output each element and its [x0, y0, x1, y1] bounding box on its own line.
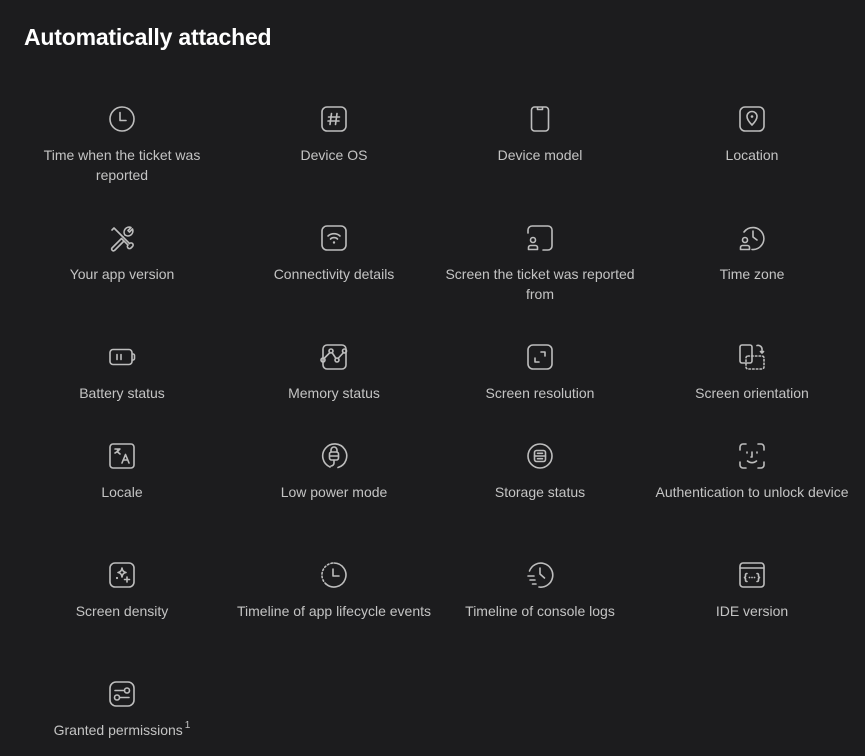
code-window-icon: [738, 561, 766, 589]
item-resolution: Screen resolution: [440, 343, 640, 403]
item-time-zone: Time zone: [652, 224, 852, 284]
item-locale: Locale: [22, 442, 222, 502]
item-screen-reported: Screen the ticket was reported from: [440, 224, 640, 304]
item-label: Screen density: [75, 603, 169, 619]
resize-icon: [526, 343, 554, 371]
footnote-marker[interactable]: 1: [185, 720, 191, 731]
item-label: Storage status: [494, 484, 586, 500]
item-ide-version: IDE version: [652, 561, 852, 621]
sparkles-icon: [108, 561, 136, 589]
item-location: Location: [652, 105, 852, 165]
item-label: Screen orientation: [695, 385, 809, 401]
toggles-icon: [108, 680, 136, 708]
translate-icon: [108, 442, 136, 470]
item-lifecycle-timeline: Timeline of app lifecycle events: [234, 561, 434, 621]
item-granted-permissions: Granted permissions 1: [22, 680, 222, 740]
item-label: Battery status: [79, 385, 165, 401]
storage-icon: [526, 442, 554, 470]
item-label: Connectivity details: [273, 266, 395, 282]
face-id-icon: [738, 442, 766, 470]
item-label: Screen resolution: [485, 385, 595, 401]
clock-icon: [108, 105, 136, 133]
attached-items-grid: Time when the ticket was reported Device…: [0, 0, 865, 756]
rotate-screen-icon: [738, 343, 766, 371]
screen-user-icon: [526, 224, 554, 252]
item-authentication: Authentication to unlock device: [652, 442, 852, 502]
history-lines-icon: [526, 561, 554, 589]
item-device-model: Device model: [440, 105, 640, 165]
item-label: Granted permissions 1: [22, 720, 222, 740]
hash-icon: [320, 105, 348, 133]
item-label: Your app version: [69, 266, 175, 282]
item-console-logs: Timeline of console logs: [440, 561, 640, 621]
item-label: IDE version: [715, 603, 789, 619]
plug-icon: [320, 442, 348, 470]
battery-icon: [108, 343, 136, 371]
location-pin-icon: [738, 105, 766, 133]
item-low-power: Low power mode: [234, 442, 434, 502]
item-label: Device model: [497, 147, 583, 163]
chart-graph-icon: [320, 343, 348, 371]
item-label: Time zone: [719, 266, 785, 282]
item-label: Device OS: [300, 147, 368, 163]
item-label: Timeline of console logs: [465, 603, 615, 619]
item-label-text: Granted permissions: [53, 722, 183, 738]
item-storage: Storage status: [440, 442, 640, 502]
item-battery: Battery status: [22, 343, 222, 403]
phone-icon: [526, 105, 554, 133]
item-app-version: Your app version: [22, 224, 222, 284]
item-screen-density: Screen density: [22, 561, 222, 621]
item-label: Time when the ticket was reported: [43, 147, 201, 183]
wifi-icon: [320, 224, 348, 252]
item-label: Location: [725, 147, 779, 163]
user-clock-icon: [738, 224, 766, 252]
item-label: Memory status: [288, 385, 380, 401]
item-label: Locale: [101, 484, 143, 500]
item-label: Low power mode: [280, 484, 388, 500]
item-label: Authentication to unlock device: [655, 484, 849, 500]
item-memory: Memory status: [234, 343, 434, 403]
item-connectivity: Connectivity details: [234, 224, 434, 284]
item-orientation: Screen orientation: [652, 343, 852, 403]
item-label: Screen the ticket was reported from: [445, 266, 635, 302]
item-time-reported: Time when the ticket was reported: [22, 105, 222, 185]
item-label: Timeline of app lifecycle events: [236, 603, 432, 619]
tools-icon: [108, 224, 136, 252]
dotted-clock-icon: [320, 561, 348, 589]
item-device-os: Device OS: [234, 105, 434, 165]
